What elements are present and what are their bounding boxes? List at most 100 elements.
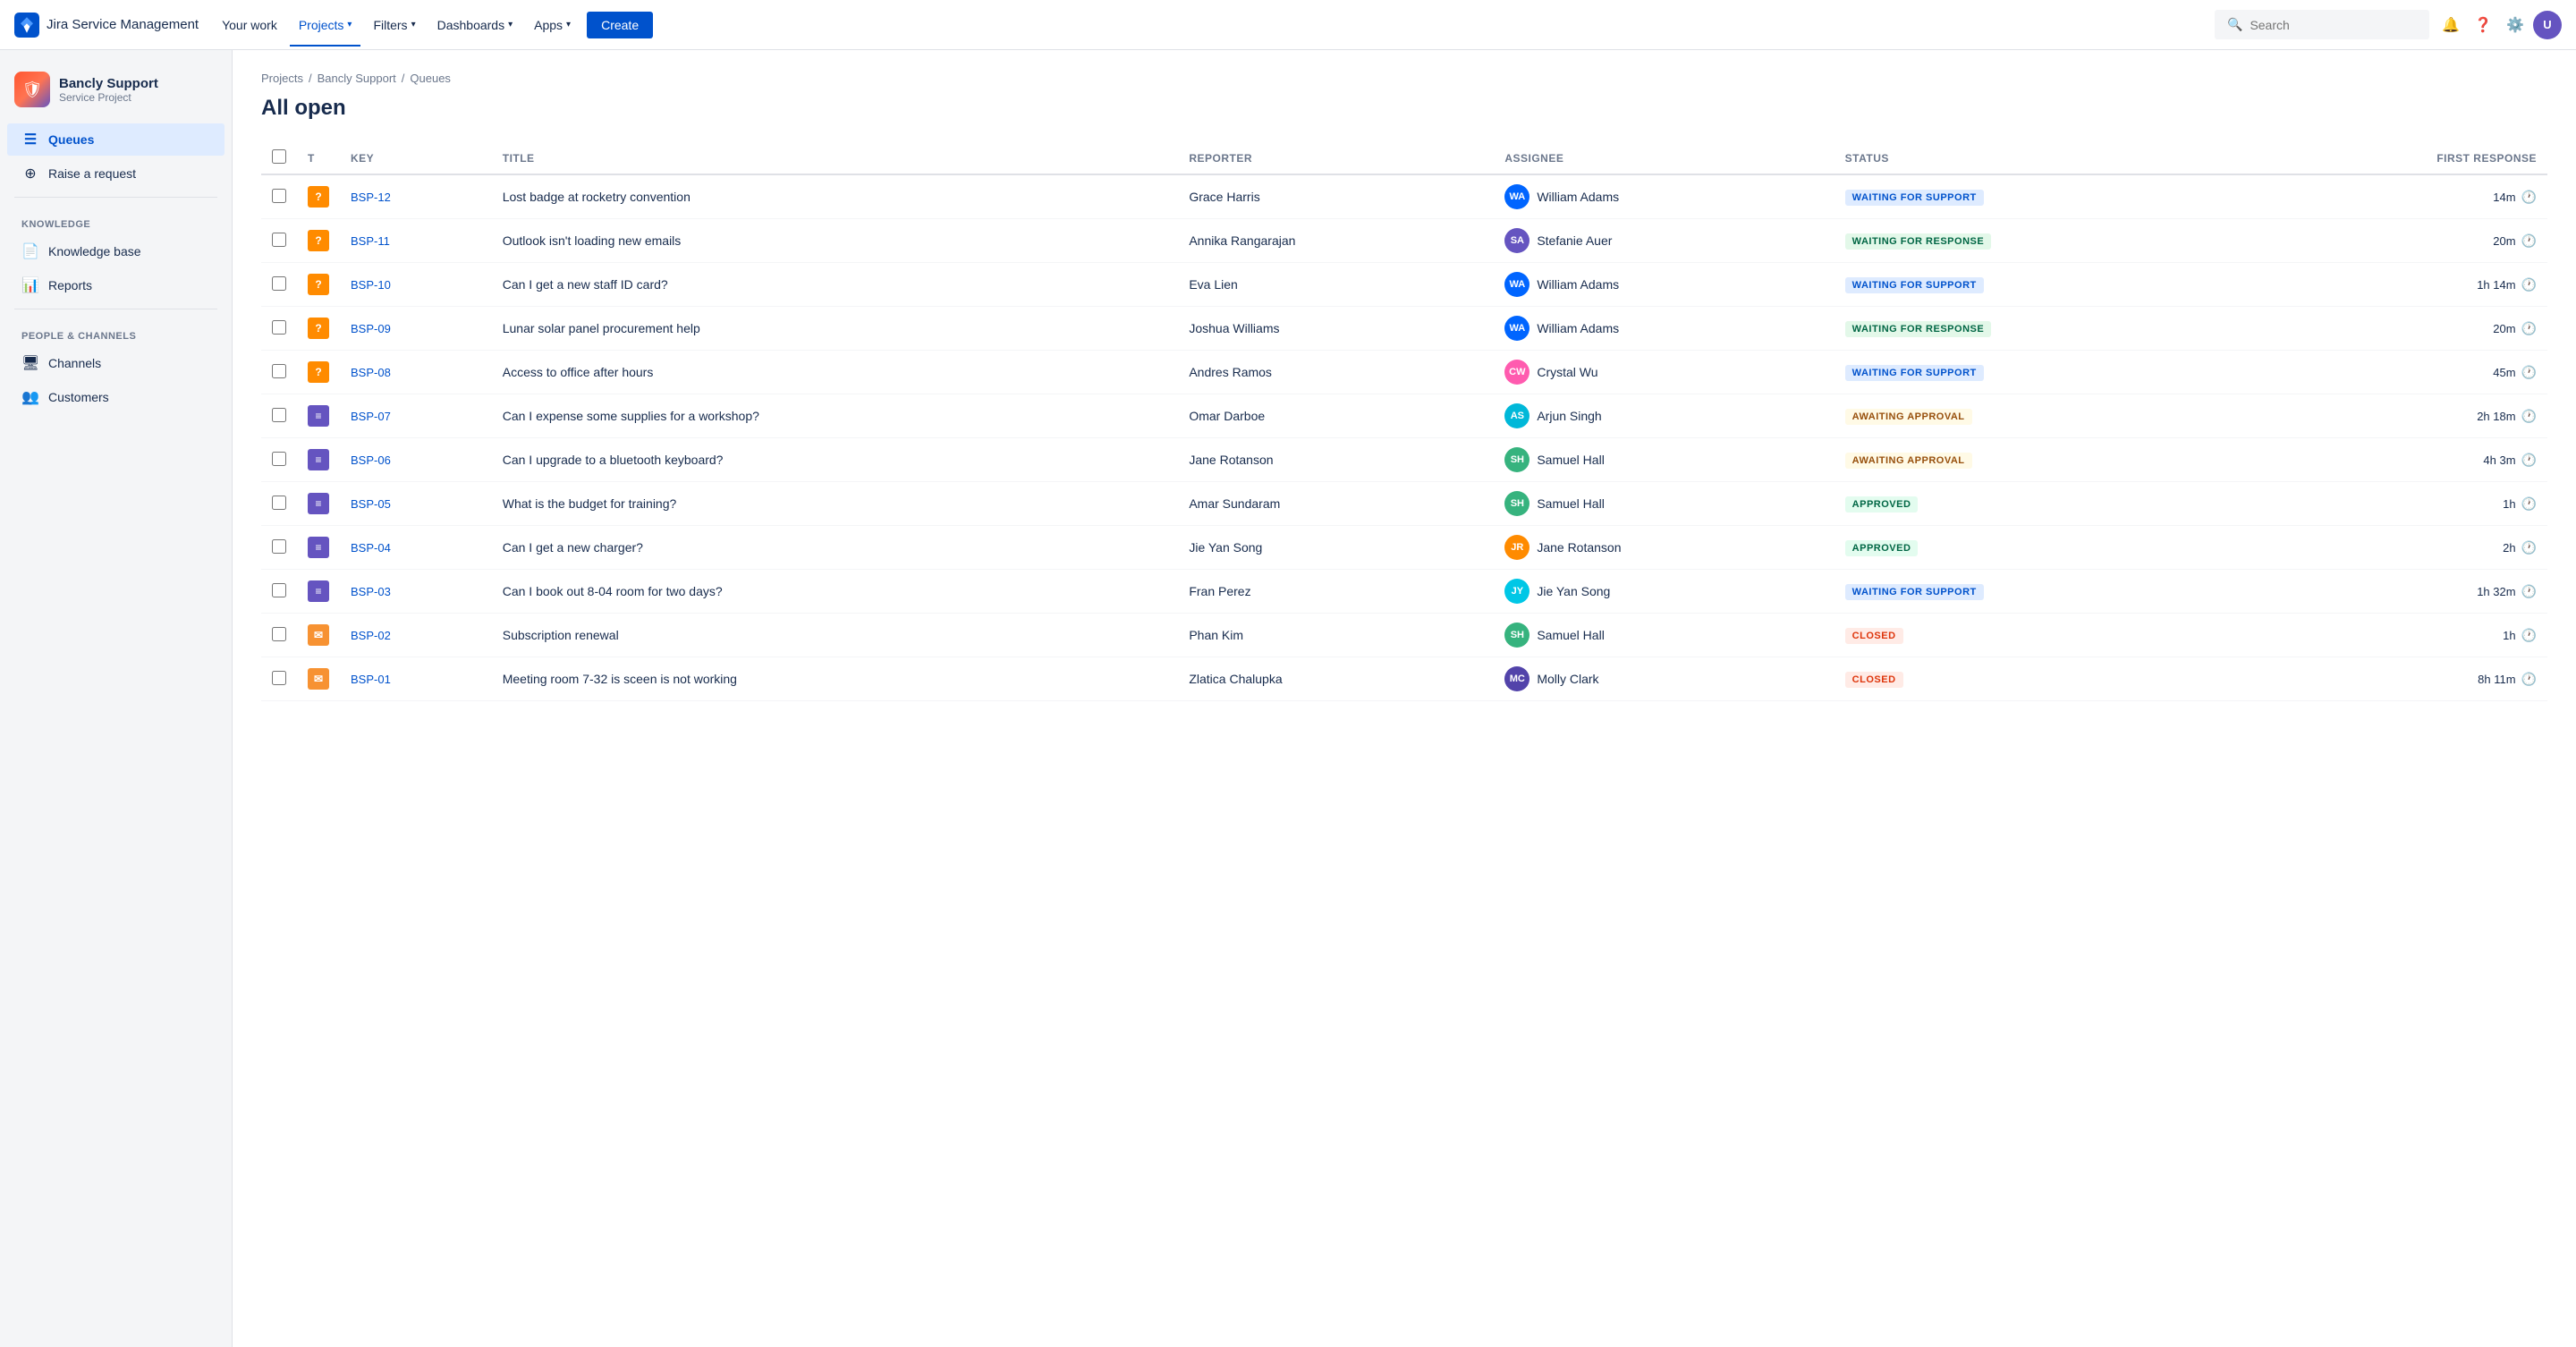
issue-key-link[interactable]: BSP-03 <box>351 585 391 598</box>
table-body: ? BSP-12 Lost badge at rocketry conventi… <box>261 174 2547 701</box>
issue-key-link[interactable]: BSP-11 <box>351 234 390 248</box>
type-icon: ≡ <box>308 537 329 558</box>
create-button[interactable]: Create <box>587 12 653 38</box>
sidebar-item-queues[interactable]: ☰ Queues <box>7 123 225 156</box>
row-checkbox-cell <box>261 219 297 263</box>
sidebar-item-channels[interactable]: 🖥 Channels <box>7 347 225 379</box>
page-layout: 🛡 Bancly Support Service Project ☰ Queue… <box>0 50 2576 1347</box>
row-title[interactable]: Meeting room 7-32 is sceen is not workin… <box>492 657 1179 701</box>
row-title[interactable]: Can I get a new staff ID card? <box>492 263 1179 307</box>
row-checkbox[interactable] <box>272 364 286 378</box>
row-checkbox[interactable] <box>272 189 286 203</box>
assignee-name: Samuel Hall <box>1537 496 1604 511</box>
assignee-col-header: Assignee <box>1494 142 1834 174</box>
row-checkbox-cell <box>261 351 297 394</box>
row-checkbox-cell <box>261 657 297 701</box>
page-title: All open <box>261 96 2547 121</box>
sidebar-item-knowledge-base[interactable]: 📄 Knowledge base <box>7 235 225 267</box>
sidebar-item-raise-request[interactable]: ⊕ Raise a request <box>7 157 225 190</box>
row-title[interactable]: Can I expense some supplies for a worksh… <box>492 394 1179 438</box>
select-all-checkbox[interactable] <box>272 149 286 164</box>
breadcrumb-queues[interactable]: Queues <box>410 72 451 85</box>
notifications-button[interactable]: 🔔 <box>2436 11 2465 39</box>
row-checkbox[interactable] <box>272 276 286 291</box>
breadcrumb-sep-2: / <box>402 72 405 85</box>
help-button[interactable]: ❓ <box>2469 11 2497 39</box>
status-badge: WAITING FOR SUPPORT <box>1845 584 1984 600</box>
knowledge-section-title: KNOWLEDGE <box>0 205 232 233</box>
nav-apps[interactable]: Apps ▾ <box>525 13 580 38</box>
assignee-avatar: SA <box>1504 228 1530 253</box>
people-section-title: PEOPLE & CHANNELS <box>0 317 232 345</box>
clock-icon: 🕐 <box>2521 672 2537 687</box>
row-key: BSP-06 <box>340 438 492 482</box>
issue-key-link[interactable]: BSP-04 <box>351 541 391 555</box>
settings-button[interactable]: ⚙️ <box>2501 11 2529 39</box>
issue-key-link[interactable]: BSP-10 <box>351 278 391 292</box>
row-key: BSP-03 <box>340 570 492 614</box>
nav-your-work[interactable]: Your work <box>213 13 286 38</box>
issue-key-link[interactable]: BSP-08 <box>351 366 391 379</box>
row-reporter: Omar Darboe <box>1178 394 1494 438</box>
row-checkbox[interactable] <box>272 671 286 685</box>
row-checkbox[interactable] <box>272 539 286 554</box>
sidebar-item-customers[interactable]: 👥 Customers <box>7 381 225 413</box>
app-logo[interactable]: Jira Service Management <box>14 13 199 38</box>
row-reporter: Amar Sundaram <box>1178 482 1494 526</box>
user-avatar[interactable]: U <box>2533 11 2562 39</box>
assignee-cell: MC Molly Clark <box>1504 666 1823 691</box>
row-title[interactable]: Outlook isn't loading new emails <box>492 219 1179 263</box>
issue-key-link[interactable]: BSP-05 <box>351 497 391 511</box>
assignee-avatar: SH <box>1504 623 1530 648</box>
first-response-cell: 1h 🕐 <box>2258 628 2537 643</box>
row-checkbox[interactable] <box>272 583 286 597</box>
row-checkbox[interactable] <box>272 452 286 466</box>
row-title[interactable]: What is the budget for training? <box>492 482 1179 526</box>
sidebar-item-reports[interactable]: 📊 Reports <box>7 269 225 301</box>
search-box[interactable]: 🔍 <box>2215 10 2429 39</box>
filters-chevron-icon: ▾ <box>411 20 416 30</box>
row-checkbox[interactable] <box>272 496 286 510</box>
apps-chevron-icon: ▾ <box>566 20 571 30</box>
nav-dashboards[interactable]: Dashboards ▾ <box>428 13 522 38</box>
status-badge: APPROVED <box>1845 496 1919 513</box>
nav-projects[interactable]: Projects ▾ <box>290 13 361 38</box>
issue-key-link[interactable]: BSP-09 <box>351 322 391 335</box>
row-type: ✉ <box>297 614 340 657</box>
project-info: Bancly Support Service Project <box>59 76 158 104</box>
row-type: ? <box>297 307 340 351</box>
row-reporter: Fran Perez <box>1178 570 1494 614</box>
row-checkbox[interactable] <box>272 627 286 641</box>
row-title[interactable]: Lunar solar panel procurement help <box>492 307 1179 351</box>
row-title[interactable]: Can I book out 8-04 room for two days? <box>492 570 1179 614</box>
issue-key-link[interactable]: BSP-02 <box>351 629 391 642</box>
status-badge: WAITING FOR RESPONSE <box>1845 233 1992 250</box>
row-checkbox[interactable] <box>272 408 286 422</box>
issue-key-link[interactable]: BSP-12 <box>351 191 391 204</box>
row-title[interactable]: Subscription renewal <box>492 614 1179 657</box>
assignee-cell: AS Arjun Singh <box>1504 403 1823 428</box>
row-status: WAITING FOR SUPPORT <box>1835 174 2249 219</box>
row-checkbox[interactable] <box>272 320 286 335</box>
row-title[interactable]: Access to office after hours <box>492 351 1179 394</box>
breadcrumb-projects[interactable]: Projects <box>261 72 303 85</box>
row-status: WAITING FOR SUPPORT <box>1835 263 2249 307</box>
assignee-cell: WA William Adams <box>1504 184 1823 209</box>
row-title[interactable]: Lost badge at rocketry convention <box>492 174 1179 219</box>
breadcrumb-bancly[interactable]: Bancly Support <box>318 72 396 85</box>
search-input[interactable] <box>2250 18 2417 32</box>
first-response-value: 8h 11m <box>2478 673 2515 686</box>
customers-icon: 👥 <box>21 388 39 406</box>
table-row: ✉ BSP-02 Subscription renewal Phan Kim S… <box>261 614 2547 657</box>
nav-filters[interactable]: Filters ▾ <box>364 13 424 38</box>
assignee-name: William Adams <box>1537 321 1619 335</box>
issue-key-link[interactable]: BSP-01 <box>351 673 391 686</box>
row-type: ? <box>297 351 340 394</box>
row-title[interactable]: Can I upgrade to a bluetooth keyboard? <box>492 438 1179 482</box>
clock-icon: 🕐 <box>2521 409 2537 424</box>
row-title[interactable]: Can I get a new charger? <box>492 526 1179 570</box>
row-checkbox[interactable] <box>272 233 286 247</box>
reporter-col-header: Reporter <box>1178 142 1494 174</box>
issue-key-link[interactable]: BSP-07 <box>351 410 391 423</box>
issue-key-link[interactable]: BSP-06 <box>351 453 391 467</box>
